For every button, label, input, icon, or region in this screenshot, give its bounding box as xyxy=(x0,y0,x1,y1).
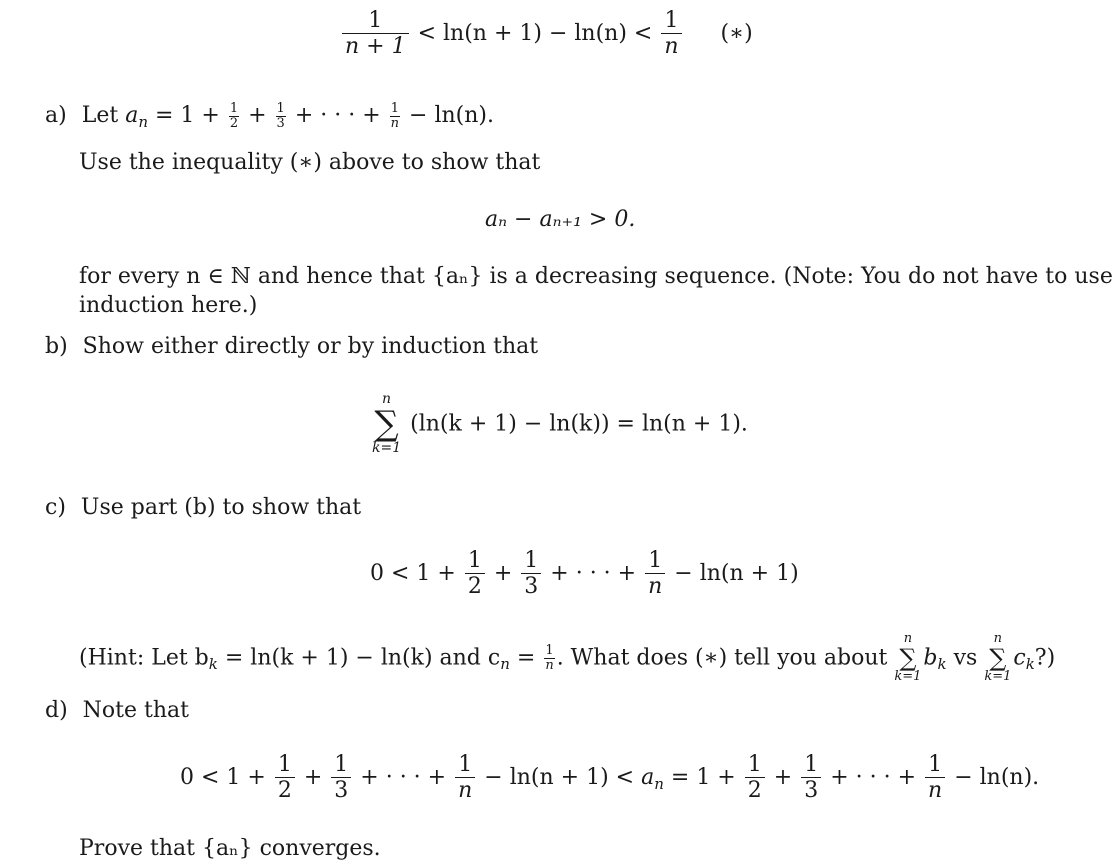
part-c-hint: (Hint: Let bk = ln(k + 1) − ln(k) and cn… xyxy=(79,631,1056,685)
part-a-display-equation: aₙ − aₙ₊₁ > 0. xyxy=(485,207,636,232)
summation-symbol: n ∑ k=1 xyxy=(894,631,922,685)
part-a-label: a) xyxy=(45,103,67,129)
equation-tag: (∗) xyxy=(720,20,753,46)
fraction-1-over-n: 1 n xyxy=(661,8,682,60)
part-b-instruction: b) Show either directly or by induction … xyxy=(45,334,539,359)
part-a-instruction: Use the inequality (∗) above to show tha… xyxy=(79,150,541,175)
part-a-followup-1: for every n ∈ ℕ and hence that {aₙ} is a… xyxy=(79,264,1113,289)
part-d-display-inequality: 0 < 1 + 12 + 13 + · · · + 1n − ln(n + 1)… xyxy=(180,752,1040,804)
part-b-label: b) xyxy=(45,334,68,359)
part-d-conclusion: Prove that {aₙ} converges. xyxy=(79,836,381,861)
part-c-instruction: c) Use part (b) to show that xyxy=(45,495,362,520)
part-c-display-inequality: 0 < 1 + 12 + 13 + · · · + 1n − ln(n + 1) xyxy=(370,548,799,600)
part-d-instruction: d) Note that xyxy=(45,698,189,723)
part-a-followup-2: induction here.) xyxy=(79,293,258,318)
summation-symbol: n ∑ k=1 xyxy=(984,631,1012,685)
header-inequality: 1 n + 1 < ln(n + 1) − ln(n) < 1 n (∗) xyxy=(340,8,753,60)
fraction-1-over-n-plus-1: 1 n + 1 xyxy=(342,8,409,60)
inequality-middle: < ln(n + 1) − ln(n) < xyxy=(417,20,653,46)
part-c-label: c) xyxy=(45,495,66,520)
part-d-label: d) xyxy=(45,698,68,723)
summation-symbol: n ∑ k=1 xyxy=(372,391,402,457)
part-b-display-equation: n ∑ k=1 (ln(k + 1) − ln(k)) = ln(n + 1). xyxy=(372,391,748,457)
part-a-definition: a) Let an = 1 + 12 + 13 + · · · + 1n − l… xyxy=(45,101,494,132)
